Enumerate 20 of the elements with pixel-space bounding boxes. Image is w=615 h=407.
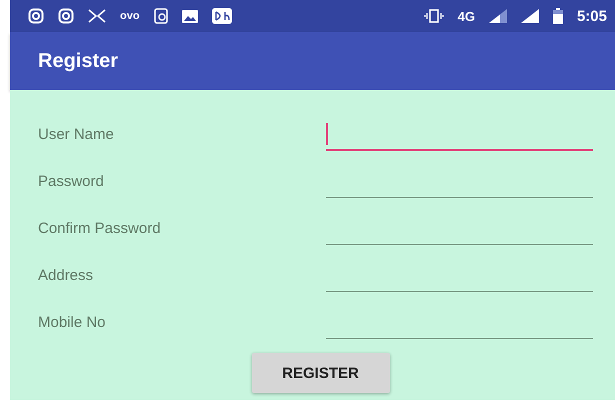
network-type: 4G <box>458 8 475 24</box>
app-label: ovo <box>120 10 140 22</box>
field-label: Address <box>38 267 94 286</box>
camera-icon <box>58 8 74 24</box>
signal-icon <box>488 9 507 23</box>
vibrate-icon <box>424 9 444 23</box>
field-label: Password <box>38 173 105 192</box>
camera-icon <box>28 8 44 24</box>
image-icon <box>182 10 198 22</box>
field-label: Mobile No <box>38 314 107 333</box>
register-button[interactable]: REGISTER <box>252 353 390 393</box>
screen-title: Register <box>38 50 118 72</box>
field-label: Confirm Password <box>38 220 162 239</box>
signal-icon <box>520 9 539 23</box>
app-icon <box>212 8 232 24</box>
field-label: User Name <box>38 126 115 145</box>
battery-icon <box>552 8 563 24</box>
clock-time: 5:05 <box>576 8 607 24</box>
phone-icon <box>154 8 168 24</box>
cross-icon <box>88 9 106 23</box>
